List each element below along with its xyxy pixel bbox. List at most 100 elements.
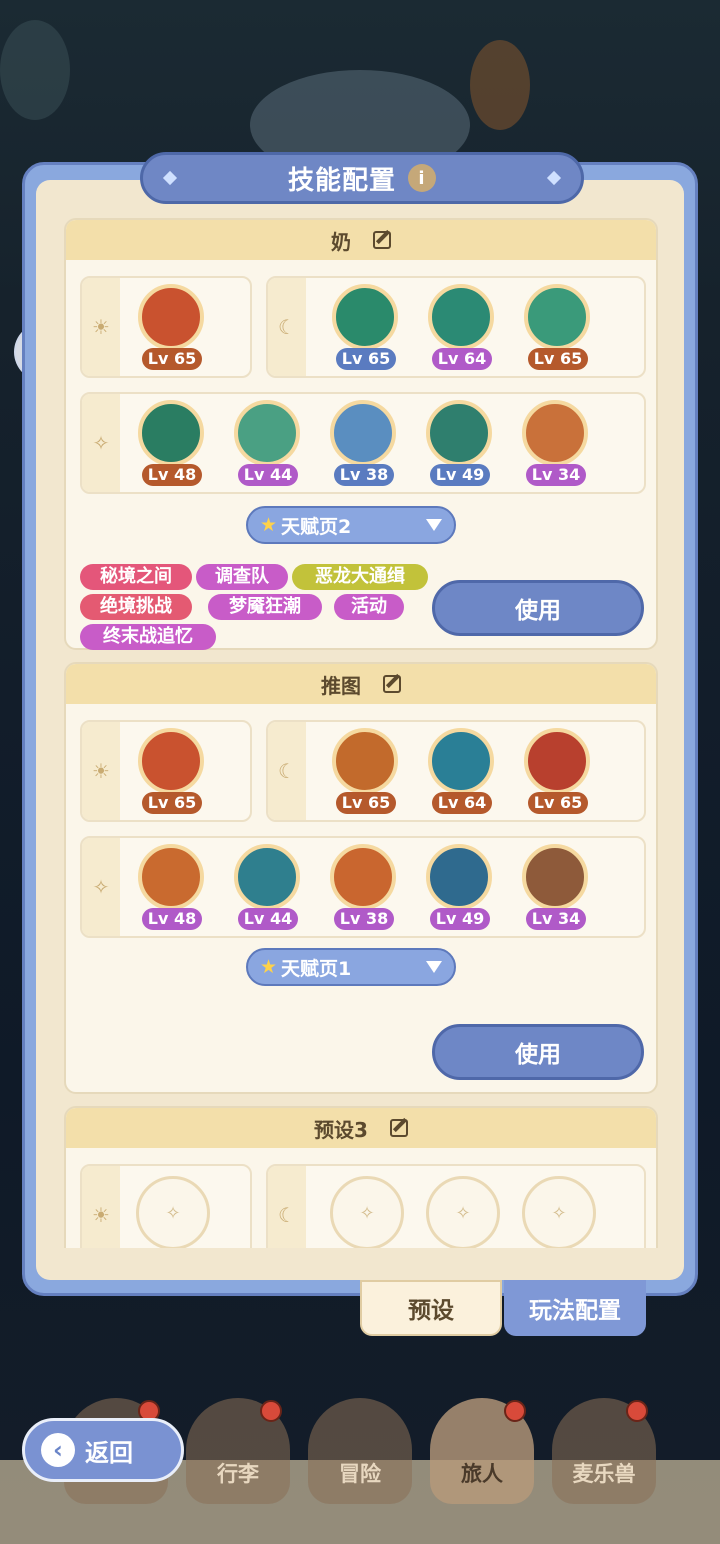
- skill-icon: [524, 728, 590, 794]
- empty-skill-slot[interactable]: ✧: [426, 1176, 500, 1248]
- skill-slot[interactable]: Lv 48: [136, 844, 208, 936]
- moon-skill-row: ☾ Lv 65 Lv 64 Lv 65: [266, 276, 646, 378]
- edit-icon[interactable]: [373, 231, 391, 249]
- skill-level: Lv 49: [430, 464, 490, 486]
- skill-level: Lv 65: [142, 348, 202, 370]
- skill-level: Lv 38: [334, 464, 394, 486]
- chevron-down-icon: [426, 961, 442, 973]
- info-icon[interactable]: i: [408, 164, 436, 192]
- skill-icon: [234, 844, 300, 910]
- moon-skill-row: ☾ ✧ ✧ ✧: [266, 1164, 646, 1248]
- preset-card: 预设3 ☀ ✧ ☾ ✧ ✧ ✧: [64, 1106, 658, 1248]
- preset-header: 推图: [66, 664, 656, 704]
- skill-slot[interactable]: Lv 65: [330, 728, 402, 820]
- skill-icon: [332, 284, 398, 350]
- skill-icon: [524, 284, 590, 350]
- skill-level: Lv 44: [238, 464, 298, 486]
- page-title: 技能配置: [287, 165, 396, 196]
- star-icon: ✧: [82, 838, 120, 936]
- skill-slot[interactable]: Lv 44: [232, 400, 304, 492]
- skill-slot[interactable]: Lv 65: [136, 284, 208, 376]
- tab-preset[interactable]: 预设: [360, 1280, 502, 1336]
- skill-icon: [138, 728, 204, 794]
- skill-icon: [138, 400, 204, 466]
- skill-slot[interactable]: Lv 65: [136, 728, 208, 820]
- empty-skill-slot[interactable]: ✧: [136, 1176, 210, 1248]
- sun-skill-row: ☀ Lv 65: [80, 276, 252, 378]
- preset-list[interactable]: 奶 ☀ Lv 65 ☾ Lv 65 Lv 64 Lv 65 ✧ Lv 48 Lv…: [64, 218, 658, 1248]
- star-skill-row: ✧ Lv 48 Lv 44 Lv 38 Lv 49 Lv 34: [80, 392, 646, 494]
- skill-slot[interactable]: Lv 64: [426, 728, 498, 820]
- skill-slot[interactable]: Lv 38: [328, 400, 400, 492]
- nav-bag-label: 行李: [217, 1462, 259, 1486]
- skill-icon: [426, 844, 492, 910]
- skill-slot[interactable]: Lv 38: [328, 844, 400, 936]
- mode-tag: 调查队: [196, 564, 288, 590]
- skill-slot[interactable]: Lv 48: [136, 400, 208, 492]
- back-button[interactable]: ‹ 返回: [22, 1418, 184, 1482]
- skill-slot[interactable]: Lv 34: [520, 844, 592, 936]
- star-icon: ★: [260, 956, 278, 978]
- talent-page-dropdown[interactable]: ★ 天赋页2: [246, 506, 456, 544]
- skill-level: Lv 65: [336, 792, 396, 814]
- moon-skill-row: ☾ Lv 65 Lv 64 Lv 65: [266, 720, 646, 822]
- skill-slot[interactable]: Lv 49: [424, 400, 496, 492]
- background-creature: [0, 20, 70, 120]
- skill-slot[interactable]: Lv 65: [522, 284, 594, 376]
- moon-icon: ☾: [268, 278, 306, 376]
- back-arrow-icon: ‹: [41, 1433, 75, 1467]
- chevron-down-icon: [426, 519, 442, 531]
- skill-level: Lv 65: [528, 792, 588, 814]
- skill-icon: [426, 400, 492, 466]
- sun-icon: ☀: [82, 722, 120, 820]
- skill-level: Lv 49: [430, 908, 490, 930]
- background-creature: [470, 40, 530, 130]
- preset-name: 预设3: [314, 1117, 368, 1142]
- sun-skill-row: ☀ ✧: [80, 1164, 252, 1248]
- skill-slot[interactable]: Lv 49: [424, 844, 496, 936]
- skill-level: Lv 34: [526, 464, 586, 486]
- notification-dot: [626, 1400, 648, 1422]
- skill-slot[interactable]: Lv 65: [522, 728, 594, 820]
- skill-slot[interactable]: Lv 64: [426, 284, 498, 376]
- skill-level: Lv 64: [432, 792, 492, 814]
- sun-skill-row: ☀ Lv 65: [80, 720, 252, 822]
- skill-level: Lv 48: [142, 464, 202, 486]
- skill-level: Lv 38: [334, 908, 394, 930]
- edit-icon[interactable]: [389, 1119, 408, 1137]
- nav-adventure[interactable]: [308, 1398, 412, 1504]
- mode-tag: 梦魇狂潮: [208, 594, 322, 620]
- mode-tag: 活动: [334, 594, 404, 620]
- moon-icon: ☾: [268, 722, 306, 820]
- tab-gameplay-config[interactable]: 玩法配置: [504, 1280, 646, 1336]
- empty-skill-slot[interactable]: ✧: [522, 1176, 596, 1248]
- empty-skill-slot[interactable]: ✧: [330, 1176, 404, 1248]
- skill-level: Lv 65: [142, 792, 202, 814]
- skill-level: Lv 64: [432, 348, 492, 370]
- skill-level: Lv 48: [142, 908, 202, 930]
- nav-pet-label: 麦乐兽: [572, 1462, 636, 1486]
- skill-icon: [522, 844, 588, 910]
- mode-tag: 绝境挑战: [80, 594, 192, 620]
- mode-tag: 终末战追忆: [80, 624, 216, 650]
- use-button[interactable]: 使用: [432, 580, 644, 636]
- preset-header: 预设3: [66, 1108, 656, 1148]
- skill-slot[interactable]: Lv 34: [520, 400, 592, 492]
- sun-icon: ☀: [82, 1166, 120, 1248]
- talent-page-dropdown[interactable]: ★ 天赋页1: [246, 948, 456, 986]
- use-button[interactable]: 使用: [432, 1024, 644, 1080]
- skill-slot[interactable]: Lv 65: [330, 284, 402, 376]
- edit-icon[interactable]: [383, 675, 401, 693]
- talent-page-label: 天赋页1: [281, 957, 352, 980]
- back-label: 返回: [85, 1438, 133, 1467]
- mode-tag: 恶龙大通缉: [292, 564, 428, 590]
- skill-icon: [330, 400, 396, 466]
- skill-level: Lv 65: [528, 348, 588, 370]
- skill-level: Lv 44: [238, 908, 298, 930]
- skill-level: Lv 34: [526, 908, 586, 930]
- skill-level: Lv 65: [336, 348, 396, 370]
- notification-dot: [260, 1400, 282, 1422]
- skill-slot[interactable]: Lv 44: [232, 844, 304, 936]
- preset-name: 推图: [321, 673, 361, 698]
- panel-title-bar: 技能配置 i: [140, 152, 584, 204]
